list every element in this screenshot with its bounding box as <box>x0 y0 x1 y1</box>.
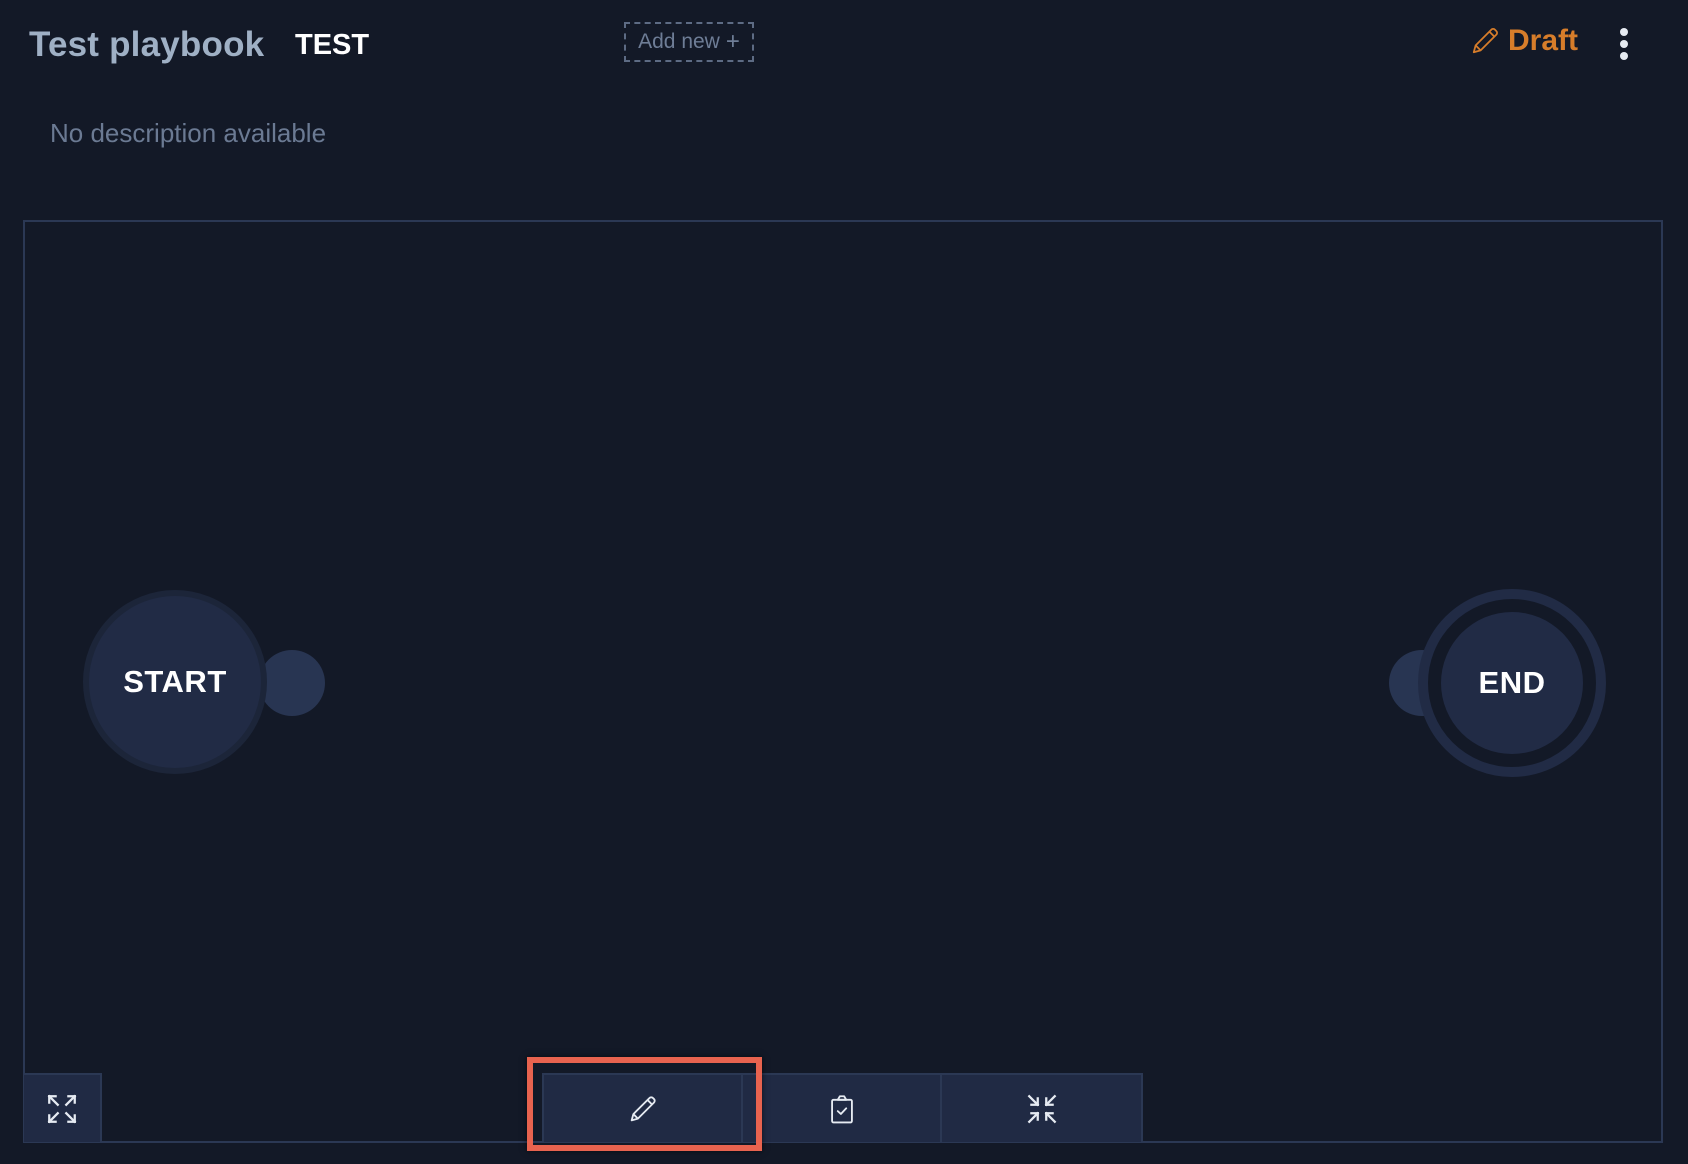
end-node-label: END <box>1478 665 1546 700</box>
end-node[interactable]: END <box>1418 589 1606 777</box>
playbook-page: Test playbook TEST Add new + Draft No de… <box>0 0 1688 1164</box>
add-new-label: Add new <box>638 30 720 53</box>
end-node-inner: END <box>1441 612 1583 754</box>
edit-button[interactable] <box>544 1075 743 1142</box>
pencil-icon <box>630 1095 656 1121</box>
validate-button[interactable] <box>743 1075 942 1142</box>
kebab-dot <box>1620 28 1628 36</box>
draft-status-button[interactable]: Draft <box>1470 24 1578 58</box>
expand-icon <box>47 1094 77 1123</box>
pencil-icon <box>1472 28 1498 54</box>
playbook-tag: TEST <box>295 29 370 61</box>
start-node[interactable]: START <box>83 590 267 774</box>
plus-icon: + <box>725 28 740 55</box>
playbook-title: Test playbook <box>29 25 265 64</box>
clipboard-check-icon <box>830 1094 853 1123</box>
start-node-label: START <box>123 664 227 699</box>
kebab-menu-icon[interactable] <box>1612 26 1636 62</box>
fullscreen-button[interactable] <box>24 1073 102 1142</box>
playbook-description: No description available <box>50 118 327 148</box>
kebab-dot <box>1620 52 1628 60</box>
collapse-button[interactable] <box>942 1075 1141 1142</box>
draft-status-label: Draft <box>1508 24 1579 57</box>
kebab-dot <box>1620 40 1628 48</box>
canvas-toolbar <box>542 1073 1143 1142</box>
start-node-output-handle[interactable] <box>259 650 325 716</box>
add-new-tag-button[interactable]: Add new + <box>624 22 754 62</box>
collapse-icon <box>1027 1094 1056 1123</box>
